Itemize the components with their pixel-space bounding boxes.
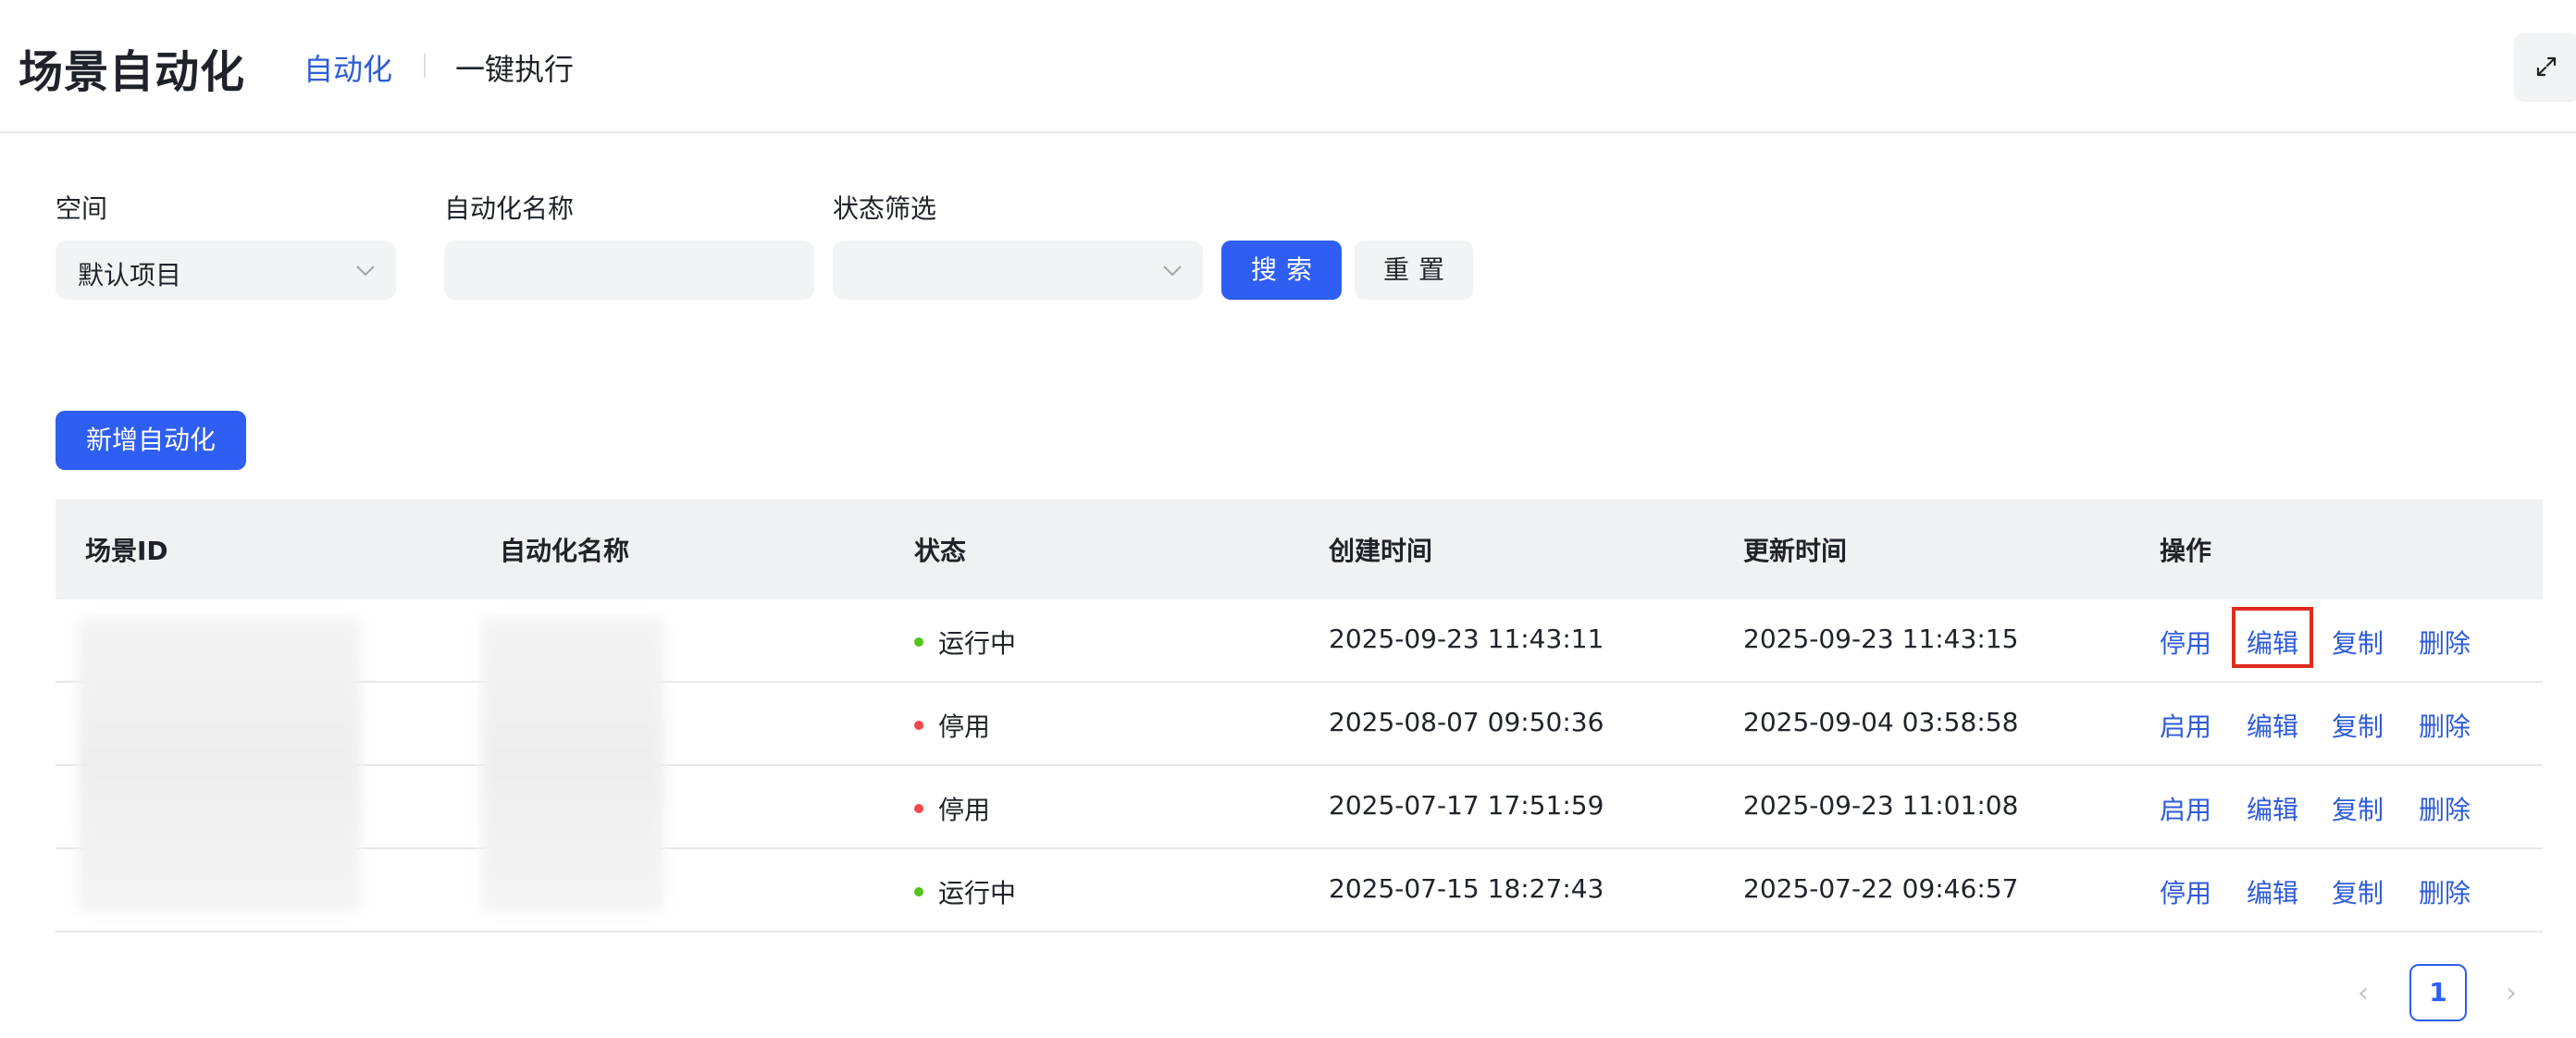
- tab-one-click-execute[interactable]: 一键执行: [455, 46, 574, 89]
- space-select[interactable]: 默认项目: [56, 241, 396, 300]
- column-header-created-time: 创建时间: [1329, 536, 1433, 566]
- page-header: 场景自动化 自动化 一键执行: [0, 0, 2576, 133]
- automation-table: 场景ID 自动化名称 状态 创建时间 更新时间 操作 运行中 2025-09-2…: [56, 500, 2543, 933]
- automation-name-label: 自动化名称: [444, 193, 575, 224]
- delete-button[interactable]: 删除: [2419, 873, 2471, 910]
- chevron-down-icon: [356, 266, 375, 277]
- page: 场景自动化 自动化 一键执行 空间 默认项目 自动化名称 状态筛选 搜索 重置 …: [0, 0, 2576, 1038]
- page-title: 场景自动化: [19, 46, 246, 98]
- created-time-cell: 2025-09-23 11:43:11: [1329, 624, 1604, 654]
- expand-icon: [2536, 56, 2557, 77]
- copy-button[interactable]: 复制: [2332, 790, 2384, 827]
- column-header-automation-name: 自动化名称: [500, 536, 630, 566]
- created-time-cell: 2025-08-07 09:50:36: [1329, 707, 1604, 737]
- status-cell: 停用: [914, 707, 990, 744]
- tab-divider: [424, 54, 426, 78]
- copy-button[interactable]: 复制: [2332, 873, 2384, 910]
- created-time-cell: 2025-07-17 17:51:59: [1329, 790, 1604, 821]
- delete-button[interactable]: 删除: [2419, 790, 2471, 827]
- status-cell: 停用: [914, 790, 990, 827]
- updated-time-cell: 2025-07-22 09:46:57: [1743, 873, 2019, 904]
- status-filter-label: 状态筛选: [833, 193, 937, 224]
- status-text: 运行中: [938, 878, 1017, 908]
- column-header-status: 状态: [914, 536, 967, 566]
- enable-button[interactable]: 启用: [2160, 790, 2211, 827]
- edit-button[interactable]: 编辑: [2247, 707, 2298, 744]
- edit-button[interactable]: 编辑: [2247, 873, 2298, 910]
- pagination-page-button[interactable]: 1: [2409, 964, 2467, 1021]
- table-header: 场景ID 自动化名称 状态 创建时间 更新时间 操作: [56, 500, 2543, 599]
- space-label: 空间: [56, 193, 108, 224]
- disable-button[interactable]: 停用: [2160, 873, 2211, 910]
- running-status-dot: [914, 637, 923, 647]
- copy-button[interactable]: 复制: [2332, 707, 2384, 744]
- status-text: 运行中: [938, 628, 1017, 659]
- search-button[interactable]: 搜索: [1221, 241, 1342, 300]
- updated-time-cell: 2025-09-23 11:01:08: [1743, 790, 2019, 821]
- running-status-dot: [914, 887, 923, 896]
- tab-automation[interactable]: 自动化: [303, 46, 392, 89]
- status-text: 停用: [938, 795, 991, 825]
- table-row: 停用 2025-07-17 17:51:59 2025-09-23 11:01:…: [56, 766, 2543, 849]
- updated-time-cell: 2025-09-04 03:58:58: [1743, 707, 2019, 737]
- delete-button[interactable]: 删除: [2419, 707, 2471, 744]
- updated-time-cell: 2025-09-23 11:43:15: [1743, 624, 2019, 654]
- reset-button[interactable]: 重置: [1355, 241, 1473, 300]
- redacted-scene-id-column: [78, 618, 361, 912]
- fullscreen-button[interactable]: [2515, 33, 2576, 100]
- automation-name-input[interactable]: [444, 241, 814, 300]
- space-select-value: 默认项目: [78, 260, 182, 290]
- column-header-updated-time: 更新时间: [1743, 536, 1848, 566]
- stopped-status-dot: [914, 721, 923, 730]
- table-row: 运行中 2025-09-23 11:43:11 2025-09-23 11:43…: [56, 599, 2543, 683]
- edit-highlight-box: [2232, 607, 2313, 668]
- status-cell: 运行中: [914, 873, 1016, 910]
- copy-button[interactable]: 复制: [2332, 624, 2384, 661]
- status-text: 停用: [938, 711, 991, 742]
- disable-button[interactable]: 停用: [2160, 624, 2211, 661]
- chevron-right-icon[interactable]: ›: [2506, 977, 2517, 1009]
- status-cell: 运行中: [914, 624, 1016, 661]
- enable-button[interactable]: 启用: [2160, 707, 2211, 744]
- created-time-cell: 2025-07-15 18:27:43: [1329, 873, 1604, 904]
- automation-name-field[interactable]: [444, 241, 814, 300]
- add-automation-button[interactable]: 新增自动化: [56, 411, 246, 470]
- status-filter-select[interactable]: [833, 241, 1203, 300]
- table-row: 停用 2025-08-07 09:50:36 2025-09-04 03:58:…: [56, 683, 2543, 766]
- chevron-left-icon[interactable]: ‹: [2358, 977, 2369, 1009]
- column-header-scene-id: 场景ID: [85, 536, 168, 566]
- edit-button[interactable]: 编辑: [2247, 790, 2298, 827]
- table-row: 运行中 2025-07-15 18:27:43 2025-07-22 09:46…: [56, 849, 2543, 933]
- chevron-down-icon: [1163, 266, 1182, 277]
- delete-button[interactable]: 删除: [2419, 624, 2471, 661]
- column-header-actions: 操作: [2160, 536, 2212, 566]
- redacted-automation-name-column: [481, 618, 664, 912]
- stopped-status-dot: [914, 804, 923, 813]
